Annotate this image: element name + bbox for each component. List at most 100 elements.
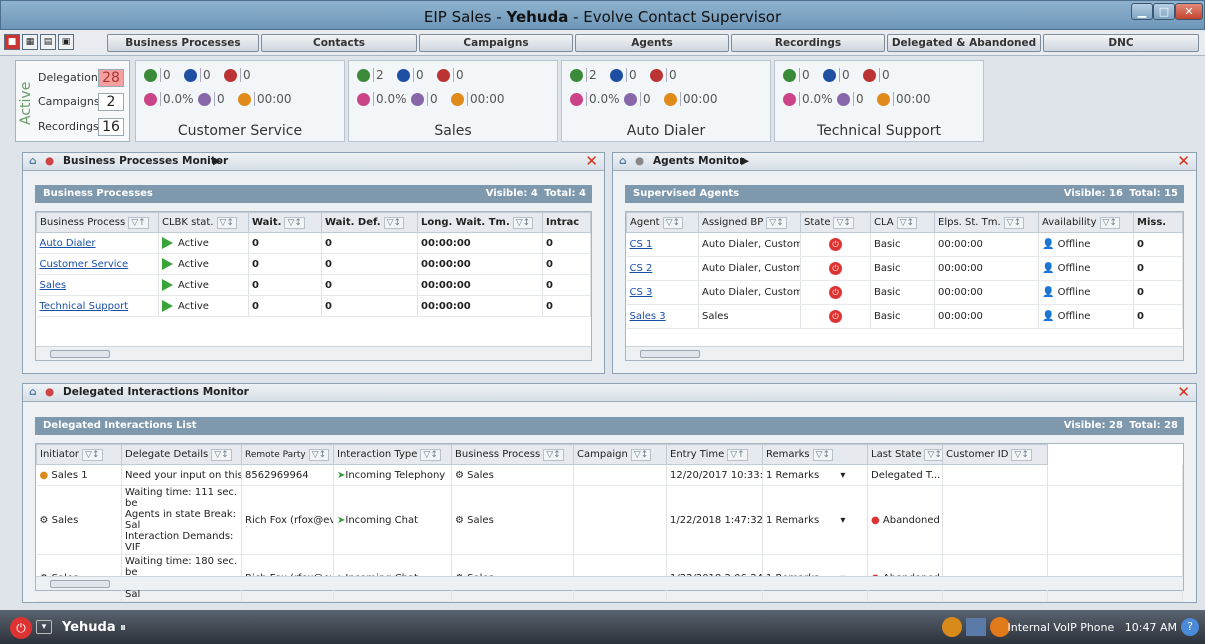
queue-icon — [197, 92, 211, 106]
expand-arrow-icon[interactable]: ▶ — [213, 153, 221, 170]
bp-card-sales[interactable]: 2 0 0 0.0% 0 00:00 Sales — [348, 60, 558, 142]
table-header-row: Agent ▽↕ Assigned BP ▽↕ State ▽↕ CLA ▽↕ Elps… — [626, 212, 1183, 233]
home-icon[interactable]: ⌂ — [29, 384, 37, 401]
tab-recordings[interactable]: Recordings — [731, 34, 885, 52]
filter-icon: ▽↕ — [896, 216, 918, 229]
column-header[interactable]: Assigned BP ▽↕ — [698, 212, 801, 233]
bp-card-technical-support[interactable]: 0 0 0 0.0% 0 00:00 Technical Support — [774, 60, 984, 142]
close-button[interactable]: ✕ — [1175, 3, 1203, 20]
column-header[interactable]: CLA ▽↕ — [870, 212, 935, 233]
rate-icon — [570, 92, 583, 106]
bp-icon: ⚙ — [455, 469, 464, 481]
column-header[interactable]: Business Process ▽↑ — [36, 212, 159, 233]
minimize-button[interactable]: ▁ — [1131, 3, 1153, 20]
tab-agents[interactable]: Agents — [575, 34, 729, 52]
close-panel-button[interactable]: ✕ — [1177, 384, 1190, 401]
calendar-icon[interactable]: ▦ — [22, 34, 38, 50]
bp-link[interactable]: Auto Dialer — [36, 232, 159, 254]
agent-icon — [650, 68, 663, 82]
table-row[interactable]: CS 3 Auto Dialer, Custome ⏻ Basic 00:00:00 👤 … — [626, 280, 1183, 305]
column-header[interactable]: Wait. Def. ▽↕ — [321, 212, 418, 233]
maximize-button[interactable]: □ — [1153, 3, 1175, 20]
agent-link[interactable]: CS 2 — [626, 256, 699, 281]
tab-dnc[interactable]: DNC — [1043, 34, 1199, 52]
column-header[interactable]: Interaction Type ▽↕ — [333, 444, 452, 465]
horizontal-scrollbar[interactable] — [36, 576, 1183, 590]
column-header[interactable]: Elps. St. Tm. ▽↕ — [934, 212, 1039, 233]
bp-link[interactable]: Customer Service — [36, 253, 159, 275]
table-row[interactable]: Sales Active 0 0 00:00:00 0 — [36, 274, 591, 296]
column-header[interactable]: Wait. ▽↕ — [248, 212, 322, 233]
table-row[interactable]: CS 1 Auto Dialer, Custome ⏻ Basic 00:00:00 👤 … — [626, 232, 1183, 257]
tools-icon[interactable] — [942, 617, 962, 637]
agent-link[interactable]: CS 1 — [626, 232, 699, 257]
tab-contacts[interactable]: Contacts — [261, 34, 417, 52]
agent-icon — [610, 68, 623, 82]
column-header[interactable]: Intrac — [542, 212, 591, 233]
window-title: EIP Sales - Yehuda - Evolve Contact Supe… — [423, 8, 782, 26]
tab-business-processes[interactable]: Business Processes — [107, 34, 259, 52]
table-row[interactable]: Customer Service Active 0 0 00:00:00 0 — [36, 253, 591, 275]
agent-link[interactable]: CS 3 — [626, 280, 699, 305]
column-header[interactable]: CLBK stat. ▽↕ — [158, 212, 249, 233]
table-row[interactable]: Sales 3 Sales ⏻ Basic 00:00:00 👤 Offline 0 — [626, 304, 1183, 329]
filter-icon: ▽↕ — [512, 216, 534, 229]
expand-arrow-icon[interactable]: ▶ — [741, 153, 749, 170]
power-off-icon: ⏻ — [829, 286, 842, 299]
close-panel-button[interactable]: ✕ — [585, 153, 598, 170]
column-header[interactable]: Remote Party ▽↕ — [241, 444, 334, 465]
abandoned-icon: ● — [871, 514, 880, 526]
help-icon[interactable]: ? — [1181, 618, 1199, 636]
column-header[interactable]: Miss. — [1133, 212, 1183, 233]
screen-icon[interactable] — [966, 618, 986, 636]
power-button[interactable]: ⏻ — [10, 617, 32, 639]
column-header[interactable]: Remarks ▽↕ — [762, 444, 868, 465]
table-row[interactable]: CS 2 Auto Dialer, Custome ⏻ Basic 00:00:00 👤 … — [626, 256, 1183, 281]
close-panel-button[interactable]: ✕ — [1177, 153, 1190, 170]
agent-icon — [357, 68, 370, 82]
column-header[interactable]: Initiator ▽↕ — [36, 444, 122, 465]
column-header[interactable]: Entry Time ▽↑ — [666, 444, 763, 465]
column-header[interactable]: Business Process ▽↕ — [451, 444, 574, 465]
column-header[interactable]: Campaign ▽↕ — [573, 444, 667, 465]
column-header[interactable]: Customer ID ▽↕ — [942, 444, 1048, 465]
tab-delegated-abandoned[interactable]: Delegated & Abandoned — [887, 34, 1041, 52]
tab-campaigns[interactable]: Campaigns — [419, 34, 573, 52]
horizontal-scrollbar[interactable] — [36, 346, 591, 360]
table-row[interactable]: ● Sales 1 Need your input on this i 856296… — [36, 464, 1183, 486]
agent-icon — [823, 68, 836, 82]
column-header[interactable]: Availability ▽↕ — [1038, 212, 1134, 233]
table-row[interactable]: ⚙ Sales Waiting time: 111 sec. be Agents … — [36, 485, 1183, 555]
column-header[interactable]: State ▽↕ — [800, 212, 871, 233]
offline-user-icon: 👤 — [1042, 287, 1055, 298]
microphone-icon[interactable]: ⏸ — [120, 620, 126, 635]
home-icon[interactable]: ⌂ — [619, 153, 627, 170]
business-processes-monitor: ⌂ ● Business Processes Monitor ▶ ✕ Business … — [22, 152, 605, 374]
table-row[interactable]: Technical Support Active 0 0 00:00:00 0 — [36, 295, 591, 317]
column-header[interactable]: Long. Wait. Tm. ▽↕ — [417, 212, 543, 233]
column-header[interactable]: Last State ▽↕ — [867, 444, 943, 465]
monitor-icon[interactable]: ▣ — [58, 34, 74, 50]
status-dropdown-icon[interactable]: ▾ — [36, 620, 52, 634]
rate-icon — [783, 92, 796, 106]
agent-link[interactable]: Sales 3 — [626, 304, 699, 329]
active-play-icon — [162, 300, 173, 312]
save-icon[interactable]: ■ — [4, 34, 20, 50]
bp-icon: ⚙ — [39, 514, 49, 526]
panel-subheader: Business Processes Visible: 4 Total: 4 — [35, 185, 592, 203]
home-icon[interactable]: ⌂ — [29, 153, 37, 170]
bp-link[interactable]: Sales — [36, 274, 159, 296]
column-header[interactable]: Delegate Details ▽↕ — [121, 444, 242, 465]
bp-card-auto-dialer[interactable]: 2 0 0 0.0% 0 00:00 Auto Dialer — [561, 60, 771, 142]
horizontal-scrollbar[interactable] — [626, 346, 1183, 360]
column-header[interactable]: Agent ▽↕ — [626, 212, 699, 233]
bp-card-name: Customer Service — [177, 123, 303, 139]
bp-link[interactable]: Technical Support — [36, 295, 159, 317]
bp-card-customer-service[interactable]: 0 0 0 0.0% 0 00:00 Customer Service — [135, 60, 345, 142]
table-row[interactable]: Auto Dialer Active 0 0 00:00:00 0 — [36, 232, 591, 254]
active-play-icon — [162, 279, 173, 291]
bp-card-name: Sales — [434, 123, 472, 139]
bp-icon: ⚙ — [455, 514, 464, 526]
layout-icon[interactable]: ▤ — [40, 34, 56, 50]
filter-icon: ▽↕ — [766, 216, 787, 229]
